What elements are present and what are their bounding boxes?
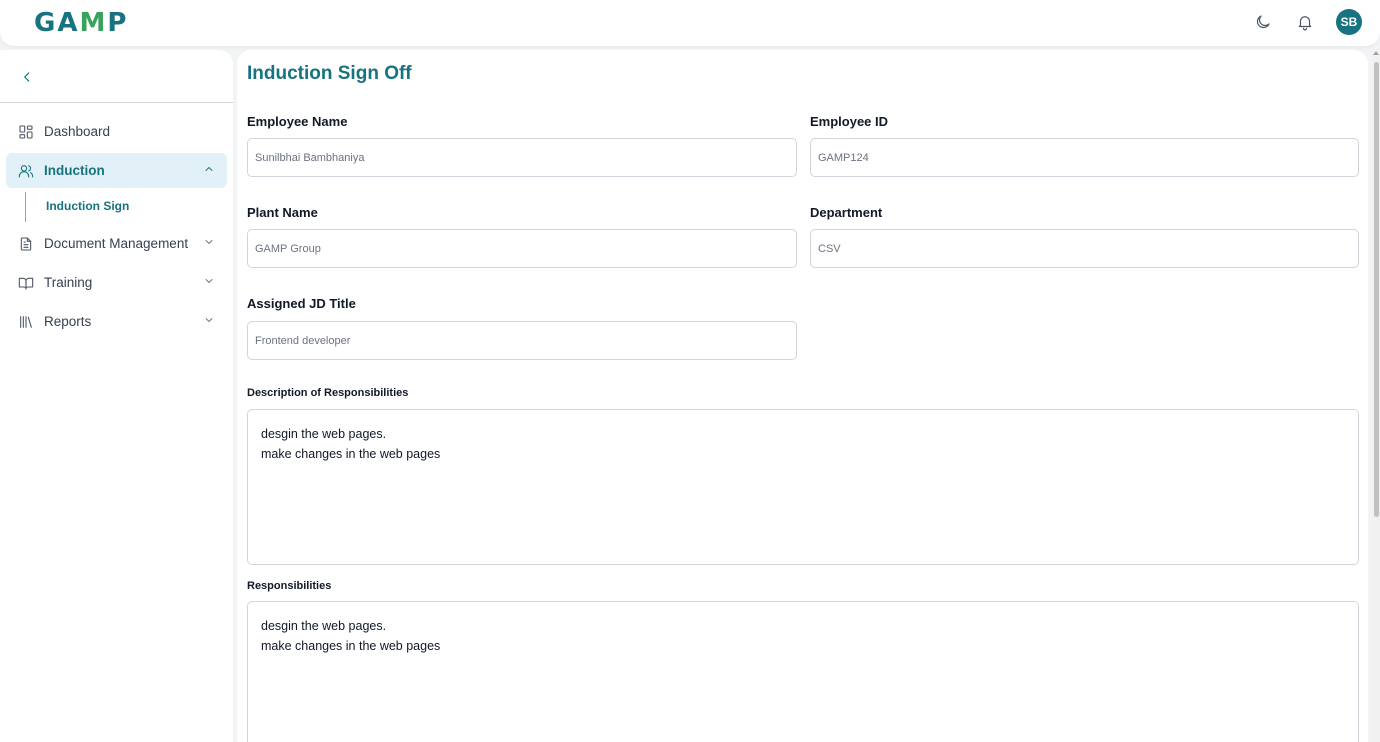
sidebar-item-label: Document Management — [44, 236, 189, 251]
logo-text-leaf: M — [79, 8, 108, 38]
gamp-logo[interactable]: GA M P — [34, 4, 128, 42]
jd-title-field[interactable]: Frontend developer — [247, 321, 797, 360]
scrollbar-thumb[interactable] — [1374, 62, 1379, 517]
induction-submenu: Induction Sign — [6, 192, 227, 222]
user-avatar[interactable]: SB — [1336, 9, 1362, 35]
sidebar-item-induction[interactable]: Induction — [6, 153, 227, 188]
users-icon — [18, 163, 34, 179]
logo-text-end: P — [107, 8, 129, 38]
sidebar-item-document-management[interactable]: Document Management — [6, 226, 227, 261]
employee-id-label: Employee ID — [810, 114, 889, 129]
sidebar-subitem-induction-sign[interactable]: Induction Sign — [46, 199, 129, 213]
description-textarea[interactable]: desgin the web pages. make changes in th… — [247, 409, 1359, 565]
main-panel: Induction Sign Off Employee Name Sunilbh… — [237, 50, 1368, 742]
employee-name-label: Employee Name — [247, 114, 348, 129]
sidebar-divider — [0, 102, 233, 103]
chevron-down-icon — [203, 236, 215, 251]
description-line: desgin the web pages. — [261, 427, 387, 441]
plant-name-field[interactable]: GAMP Group — [247, 229, 797, 268]
jd-title-label: Assigned JD Title — [247, 296, 356, 311]
logo-text-start: GA — [34, 8, 80, 38]
responsibilities-line: desgin the web pages. — [261, 619, 387, 633]
submenu-line — [25, 192, 26, 222]
page-title: Induction Sign Off — [247, 63, 412, 84]
sidebar-item-label: Training — [44, 275, 93, 290]
bell-icon[interactable] — [1294, 11, 1316, 33]
chevron-down-icon — [203, 314, 215, 329]
library-icon — [18, 314, 34, 330]
sidebar-nav: Dashboard Induction Induction Sign Docum… — [6, 114, 227, 343]
document-icon — [18, 236, 34, 252]
employee-id-field[interactable]: GAMP124 — [810, 138, 1359, 177]
header-actions: SB — [1252, 8, 1362, 36]
description-line: make changes in the web pages — [261, 447, 441, 461]
scroll-up-arrow[interactable] — [1373, 51, 1379, 55]
responsibilities-line: make changes in the web pages — [261, 639, 441, 653]
chevron-down-icon — [203, 275, 215, 290]
sidebar-item-label: Dashboard — [44, 124, 111, 139]
responsibilities-textarea[interactable]: desgin the web pages. make changes in th… — [247, 601, 1359, 742]
sidebar-item-training[interactable]: Training — [6, 265, 227, 300]
sidebar-item-label: Reports — [44, 314, 92, 329]
sidebar-item-reports[interactable]: Reports — [6, 304, 227, 339]
department-label: Department — [810, 205, 883, 220]
responsibilities-label: Responsibilities — [247, 580, 332, 592]
book-open-icon — [18, 275, 34, 291]
sidebar-item-label: Induction — [44, 163, 105, 178]
sidebar-item-dashboard[interactable]: Dashboard — [6, 114, 227, 149]
chevron-left-icon[interactable] — [16, 66, 38, 88]
dashboard-grid-icon — [18, 124, 34, 140]
description-label: Description of Responsibilities — [247, 387, 409, 399]
plant-name-label: Plant Name — [247, 205, 318, 220]
top-header: GA M P SB — [0, 0, 1380, 46]
employee-name-field[interactable]: Sunilbhai Bambhaniya — [247, 138, 797, 177]
moon-icon[interactable] — [1252, 11, 1274, 33]
chevron-up-icon — [203, 163, 215, 178]
sidebar: Dashboard Induction Induction Sign Docum… — [0, 50, 233, 742]
department-field[interactable]: CSV — [810, 229, 1359, 268]
